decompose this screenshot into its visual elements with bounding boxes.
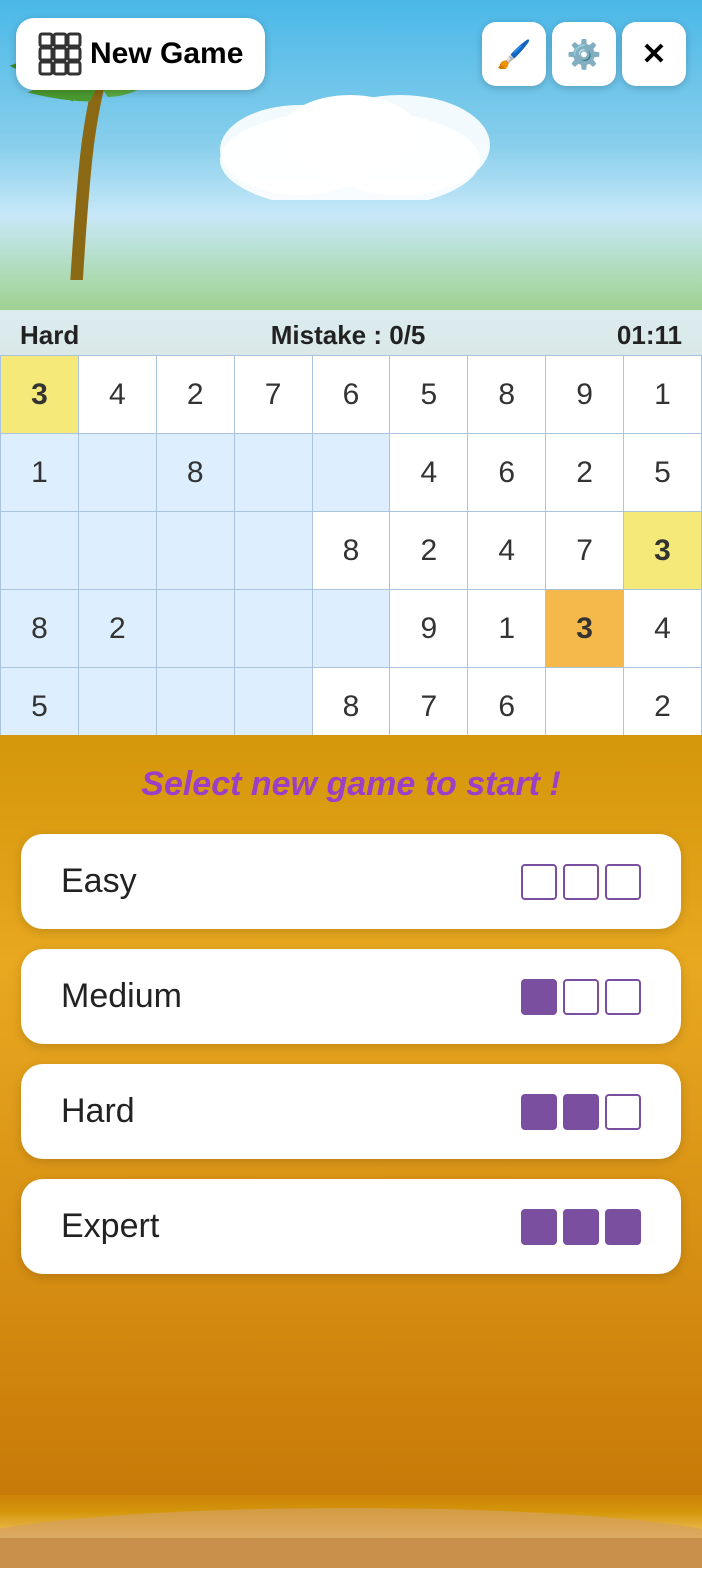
sudoku-cell[interactable]: 5 bbox=[390, 356, 468, 434]
header-actions: 🖌️ ⚙️ ✕ bbox=[482, 22, 686, 86]
gear-icon: ⚙️ bbox=[567, 38, 602, 71]
sudoku-cell[interactable]: 7 bbox=[546, 512, 624, 590]
sudoku-cell[interactable] bbox=[78, 512, 156, 590]
medium-difficulty-indicator bbox=[521, 979, 641, 1015]
easy-sq-2 bbox=[563, 864, 599, 900]
sudoku-cell[interactable] bbox=[234, 434, 312, 512]
sudoku-cell[interactable]: 7 bbox=[390, 668, 468, 746]
sudoku-cell[interactable]: 8 bbox=[1, 590, 79, 668]
sudoku-cell[interactable] bbox=[312, 434, 390, 512]
easy-label: Easy bbox=[61, 862, 137, 901]
select-game-text: Select new game to start ! bbox=[141, 765, 560, 804]
medium-sq-1 bbox=[521, 979, 557, 1015]
easy-difficulty-indicator bbox=[521, 864, 641, 900]
sudoku-cell[interactable]: 8 bbox=[312, 668, 390, 746]
medium-label: Medium bbox=[61, 977, 182, 1016]
hard-sq-3 bbox=[605, 1094, 641, 1130]
easy-sq-3 bbox=[605, 864, 641, 900]
table-row: 18 4625 bbox=[1, 434, 702, 512]
mistake-counter: Mistake : 0/5 bbox=[271, 320, 426, 351]
hard-sq-1 bbox=[521, 1094, 557, 1130]
sudoku-cell[interactable] bbox=[156, 668, 234, 746]
sudoku-cell[interactable] bbox=[312, 590, 390, 668]
sudoku-cell[interactable]: 9 bbox=[546, 356, 624, 434]
sudoku-grid: 3427658911846258247382913458762 bbox=[0, 355, 702, 746]
table-row: 82473 bbox=[1, 512, 702, 590]
header: New Game 🖌️ ⚙️ ✕ bbox=[0, 18, 702, 90]
sudoku-cell[interactable]: 3 bbox=[1, 356, 79, 434]
sudoku-cell[interactable]: 4 bbox=[468, 512, 546, 590]
paint-icon: 🖌️ bbox=[497, 38, 532, 71]
medium-button[interactable]: Medium bbox=[21, 949, 681, 1044]
expert-sq-1 bbox=[521, 1209, 557, 1245]
sudoku-cell[interactable]: 9 bbox=[390, 590, 468, 668]
expert-difficulty-indicator bbox=[521, 1209, 641, 1245]
expert-sq-3 bbox=[605, 1209, 641, 1245]
hard-difficulty-indicator bbox=[521, 1094, 641, 1130]
medium-sq-3 bbox=[605, 979, 641, 1015]
timer: 01:11 bbox=[617, 320, 682, 351]
sudoku-cell[interactable]: 1 bbox=[1, 434, 79, 512]
sudoku-cell[interactable]: 2 bbox=[78, 590, 156, 668]
sudoku-cell[interactable]: 4 bbox=[78, 356, 156, 434]
sudoku-cell[interactable] bbox=[234, 590, 312, 668]
sudoku-cell[interactable]: 5 bbox=[1, 668, 79, 746]
sudoku-cell[interactable]: 4 bbox=[624, 590, 702, 668]
difficulty-label: Hard bbox=[20, 320, 79, 351]
expert-sq-2 bbox=[563, 1209, 599, 1245]
beach-svg bbox=[0, 1488, 702, 1568]
sudoku-cell[interactable]: 6 bbox=[468, 668, 546, 746]
table-row: 5 8762 bbox=[1, 668, 702, 746]
sudoku-cell[interactable]: 8 bbox=[312, 512, 390, 590]
sudoku-cell[interactable] bbox=[1, 512, 79, 590]
sudoku-cell[interactable]: 2 bbox=[546, 434, 624, 512]
sudoku-cell[interactable]: 1 bbox=[468, 590, 546, 668]
easy-sq-1 bbox=[521, 864, 557, 900]
sudoku-cell[interactable]: 3 bbox=[624, 512, 702, 590]
easy-button[interactable]: Easy bbox=[21, 834, 681, 929]
close-button[interactable]: ✕ bbox=[622, 22, 686, 86]
medium-sq-2 bbox=[563, 979, 599, 1015]
expert-button[interactable]: Expert bbox=[21, 1179, 681, 1274]
settings-button[interactable]: ⚙️ bbox=[552, 22, 616, 86]
sudoku-cell[interactable] bbox=[234, 512, 312, 590]
sudoku-cell[interactable]: 6 bbox=[312, 356, 390, 434]
sudoku-cell[interactable]: 4 bbox=[390, 434, 468, 512]
difficulty-overlay: Select new game to start ! Easy Medium H… bbox=[0, 735, 702, 1495]
sudoku-cell[interactable] bbox=[78, 434, 156, 512]
close-icon: ✕ bbox=[641, 37, 666, 72]
table-row: 342765891 bbox=[1, 356, 702, 434]
paint-button[interactable]: 🖌️ bbox=[482, 22, 546, 86]
new-game-label: New Game bbox=[90, 37, 243, 71]
hard-button[interactable]: Hard bbox=[21, 1064, 681, 1159]
grid-icon bbox=[38, 32, 82, 76]
sudoku-cell[interactable]: 3 bbox=[546, 590, 624, 668]
hard-label: Hard bbox=[61, 1092, 135, 1131]
sudoku-cell[interactable]: 2 bbox=[624, 668, 702, 746]
sudoku-cell[interactable]: 8 bbox=[468, 356, 546, 434]
sudoku-cell[interactable] bbox=[156, 512, 234, 590]
hard-sq-2 bbox=[563, 1094, 599, 1130]
sudoku-cell[interactable]: 8 bbox=[156, 434, 234, 512]
sudoku-cell[interactable]: 2 bbox=[156, 356, 234, 434]
sudoku-table: 3427658911846258247382913458762 bbox=[0, 355, 702, 746]
sudoku-cell[interactable]: 6 bbox=[468, 434, 546, 512]
new-game-button[interactable]: New Game bbox=[16, 18, 265, 90]
expert-label: Expert bbox=[61, 1207, 159, 1246]
sudoku-cell[interactable] bbox=[156, 590, 234, 668]
sudoku-cell[interactable]: 7 bbox=[234, 356, 312, 434]
sudoku-cell[interactable] bbox=[78, 668, 156, 746]
sudoku-cell[interactable]: 2 bbox=[390, 512, 468, 590]
beach-background bbox=[0, 1488, 702, 1568]
sudoku-cell[interactable]: 5 bbox=[624, 434, 702, 512]
sudoku-cell[interactable] bbox=[546, 668, 624, 746]
cloud-decoration bbox=[200, 80, 500, 200]
table-row: 82 9134 bbox=[1, 590, 702, 668]
sudoku-cell[interactable]: 1 bbox=[624, 356, 702, 434]
sudoku-cell[interactable] bbox=[234, 668, 312, 746]
